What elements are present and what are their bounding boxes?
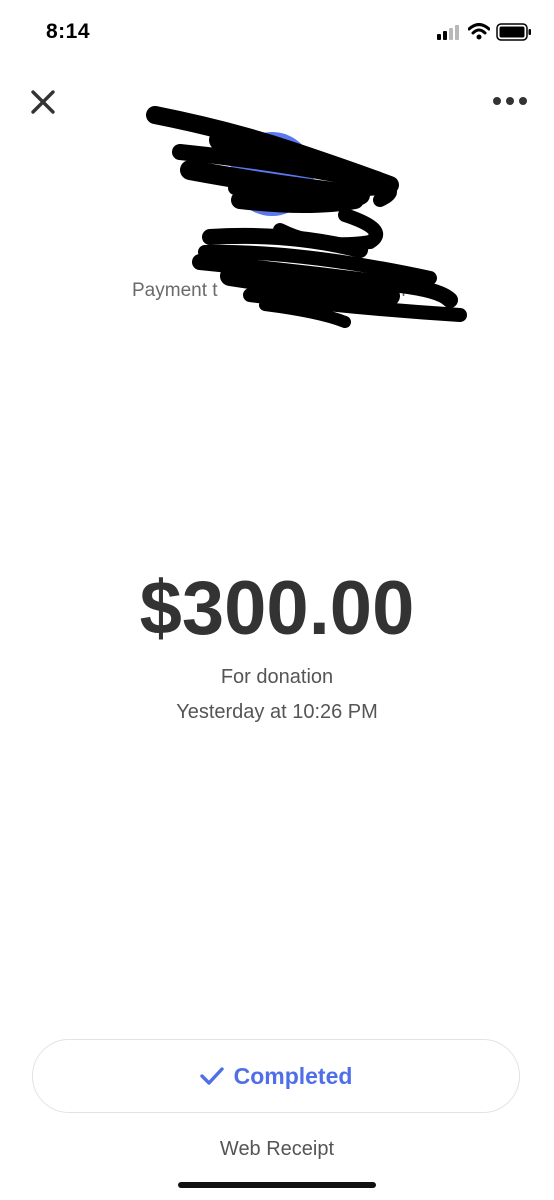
- more-options-icon: [493, 97, 527, 105]
- close-button[interactable]: [26, 85, 60, 119]
- home-indicator: [178, 1182, 376, 1188]
- wifi-icon: [468, 23, 490, 40]
- payment-timestamp: Yesterday at 10:26 PM: [176, 701, 378, 723]
- payment-amount: $300.00: [139, 566, 415, 651]
- battery-icon: [496, 23, 531, 41]
- status-label: Completed: [233, 1062, 353, 1089]
- checkmark-icon: [199, 1066, 224, 1086]
- cellular-signal-icon: [437, 25, 459, 40]
- close-icon: [31, 90, 55, 114]
- recipient-info: Payment t 54: [100, 100, 470, 340]
- redaction-scribble: [146, 106, 467, 328]
- status-bar: 8:14: [0, 0, 554, 66]
- web-receipt-link[interactable]: Web Receipt: [0, 1138, 554, 1161]
- status-time: 8:14: [46, 20, 91, 43]
- completed-status-button[interactable]: Completed: [32, 1039, 520, 1113]
- more-options-button[interactable]: [490, 88, 530, 114]
- payment-note: For donation: [220, 666, 334, 688]
